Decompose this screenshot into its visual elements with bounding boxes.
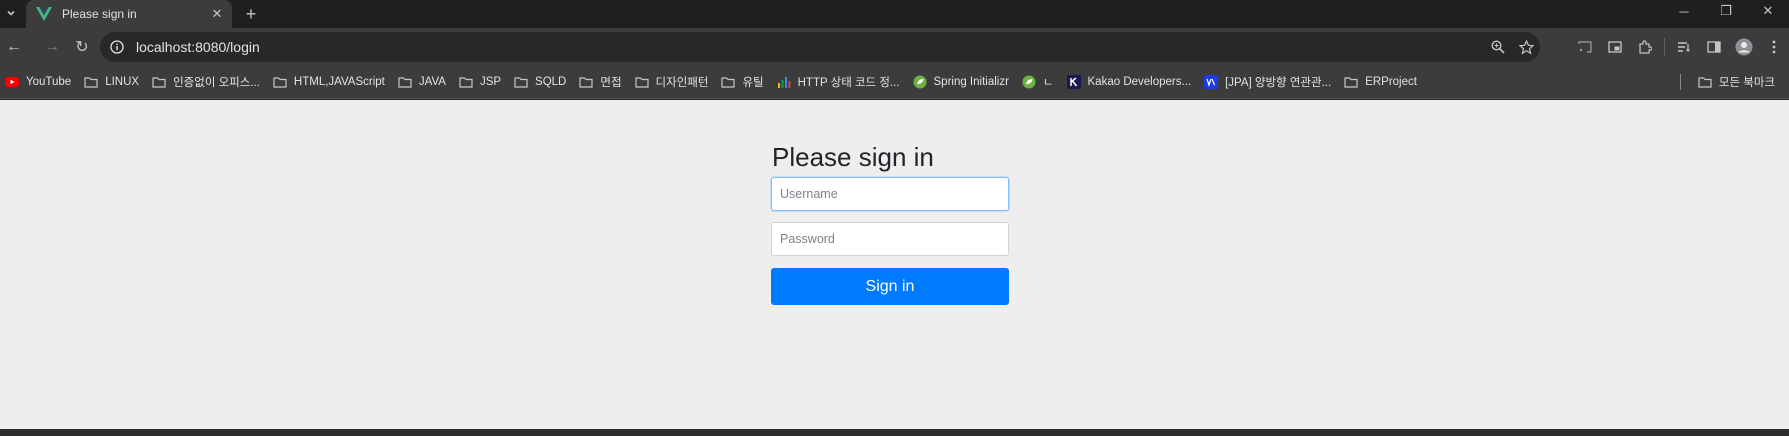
- folder-icon: [272, 75, 288, 89]
- star-bookmark-icon[interactable]: [1512, 33, 1540, 61]
- bookmark-kakao-developers[interactable]: Kakao Developers...: [1062, 70, 1200, 94]
- address-bar[interactable]: localhost:8080/login: [100, 32, 1540, 62]
- spring-icon: [1021, 75, 1037, 89]
- folder-icon: [720, 75, 736, 89]
- more-menu-icon[interactable]: [1759, 32, 1789, 62]
- restore-button[interactable]: ❐: [1705, 0, 1747, 22]
- bar-chart-icon: [776, 75, 792, 89]
- page-viewport: Please sign in Sign in: [0, 100, 1789, 429]
- bookmark-folder-jsp[interactable]: JSP: [454, 70, 509, 94]
- browser-toolbar: ← → ↻ localhost:8080/login: [0, 28, 1789, 66]
- folder-icon: [397, 75, 413, 89]
- close-icon[interactable]: ✕: [208, 5, 226, 23]
- minimize-button[interactable]: ─: [1663, 0, 1705, 22]
- bookmark-label: Kakao Developers...: [1087, 76, 1192, 88]
- folder-icon: [83, 75, 99, 89]
- folder-icon: [634, 75, 650, 89]
- bookmarks-bar: YouTube LINUX 인증없이 오피스... HTML,JAVAScrip…: [0, 66, 1789, 99]
- bookmark-label: YouTube: [26, 76, 72, 88]
- tab-strip: Please sign in ✕ + ─ ❐ ✕: [0, 0, 1789, 28]
- folder-icon: [1697, 75, 1713, 89]
- bookmark-jpa[interactable]: [JPA] 양방향 연관관...: [1199, 70, 1339, 94]
- youtube-icon: [4, 75, 20, 89]
- kakao-k-icon: [1066, 75, 1082, 89]
- bookmark-folder-office[interactable]: 인증없이 오피스...: [147, 70, 268, 94]
- folder-icon: [1343, 75, 1359, 89]
- tab-search-button[interactable]: [0, 2, 22, 24]
- bookmark-label: Spring Initializr: [933, 76, 1009, 88]
- bookmark-folder-java[interactable]: JAVA: [393, 70, 454, 94]
- folder-icon: [578, 75, 594, 89]
- back-button[interactable]: ←: [0, 33, 28, 61]
- bookmark-folder-html-javascript[interactable]: HTML,JAVAScript: [268, 70, 393, 94]
- all-bookmarks-button[interactable]: 모든 북마크: [1693, 70, 1783, 94]
- bookmark-folder-util[interactable]: 유틸: [716, 70, 771, 94]
- velog-icon: [1203, 75, 1219, 89]
- bookmark-label: HTTP 상태 코드 정...: [797, 77, 900, 89]
- page-title: Please sign in: [772, 142, 934, 172]
- toolbar-divider: [1664, 38, 1665, 56]
- bookmark-folder-interview[interactable]: 면접: [574, 70, 629, 94]
- bookmark-youtube[interactable]: YouTube: [0, 70, 79, 94]
- bookmark-label: 면접: [600, 77, 622, 89]
- picture-in-picture-icon[interactable]: [1600, 32, 1630, 62]
- bookmark-label: [JPA] 양방향 연관관...: [1225, 77, 1332, 89]
- bookmark-label: JSP: [479, 76, 502, 88]
- all-bookmarks-label: 모든 북마크: [1718, 77, 1775, 89]
- cast-icon[interactable]: [1570, 32, 1600, 62]
- zoom-icon[interactable]: [1484, 33, 1512, 61]
- bookmark-folder-sqld[interactable]: SQLD: [509, 70, 574, 94]
- bookmark-label: LINUX: [105, 76, 140, 88]
- forward-button[interactable]: →: [38, 33, 66, 61]
- vue-logo-icon: [36, 7, 52, 21]
- all-bookmarks-area: 모든 북마크: [1679, 70, 1783, 94]
- bookmark-label: 인증없이 오피스...: [173, 77, 260, 89]
- tab-title: Please sign in: [62, 7, 137, 21]
- bookmark-folder-design-pattern[interactable]: 디자인패턴: [630, 70, 717, 94]
- bookmark-label: ㄴ: [1042, 77, 1054, 89]
- site-info-icon[interactable]: [104, 34, 130, 60]
- bookmark-label: SQLD: [535, 76, 567, 88]
- bookmarks-divider: [1679, 74, 1681, 90]
- bookmark-folder-erproject[interactable]: ERProject: [1339, 70, 1425, 94]
- bookmark-label: 디자인패턴: [655, 77, 709, 89]
- folder-icon: [458, 75, 474, 89]
- reload-button[interactable]: ↻: [68, 33, 96, 61]
- url-text[interactable]: localhost:8080/login: [136, 39, 1484, 55]
- bookmark-http-status[interactable]: HTTP 상태 코드 정...: [772, 70, 908, 94]
- profile-avatar-icon[interactable]: [1729, 32, 1759, 62]
- reading-list-icon[interactable]: [1669, 32, 1699, 62]
- folder-icon: [151, 75, 167, 89]
- bookmark-label: JAVA: [418, 76, 446, 88]
- bookmark-spring-initializr[interactable]: Spring Initializr: [908, 70, 1017, 94]
- close-window-button[interactable]: ✕: [1747, 0, 1789, 22]
- sign-in-button[interactable]: Sign in: [771, 268, 1009, 305]
- bottom-strip: [0, 429, 1789, 436]
- bookmark-folder-linux[interactable]: LINUX: [79, 70, 147, 94]
- new-tab-button[interactable]: +: [240, 3, 262, 25]
- username-input[interactable]: [771, 177, 1009, 211]
- bookmark-label: ERProject: [1365, 76, 1417, 88]
- side-panel-icon[interactable]: [1699, 32, 1729, 62]
- folder-icon: [513, 75, 529, 89]
- bookmark-spring-2[interactable]: ㄴ: [1017, 70, 1062, 94]
- tab-active[interactable]: Please sign in ✕: [26, 0, 232, 28]
- bookmark-label: 유틸: [742, 77, 764, 89]
- window-controls: ─ ❐ ✕: [1663, 0, 1789, 28]
- extensions-icon[interactable]: [1630, 32, 1660, 62]
- password-input[interactable]: [771, 222, 1009, 256]
- toolbar-actions: [1570, 32, 1789, 62]
- bookmark-label: HTML,JAVAScript: [293, 76, 385, 88]
- spring-icon: [912, 75, 928, 89]
- chevron-down-icon: [7, 10, 15, 16]
- signin-form: Please sign in Sign in: [771, 140, 1009, 305]
